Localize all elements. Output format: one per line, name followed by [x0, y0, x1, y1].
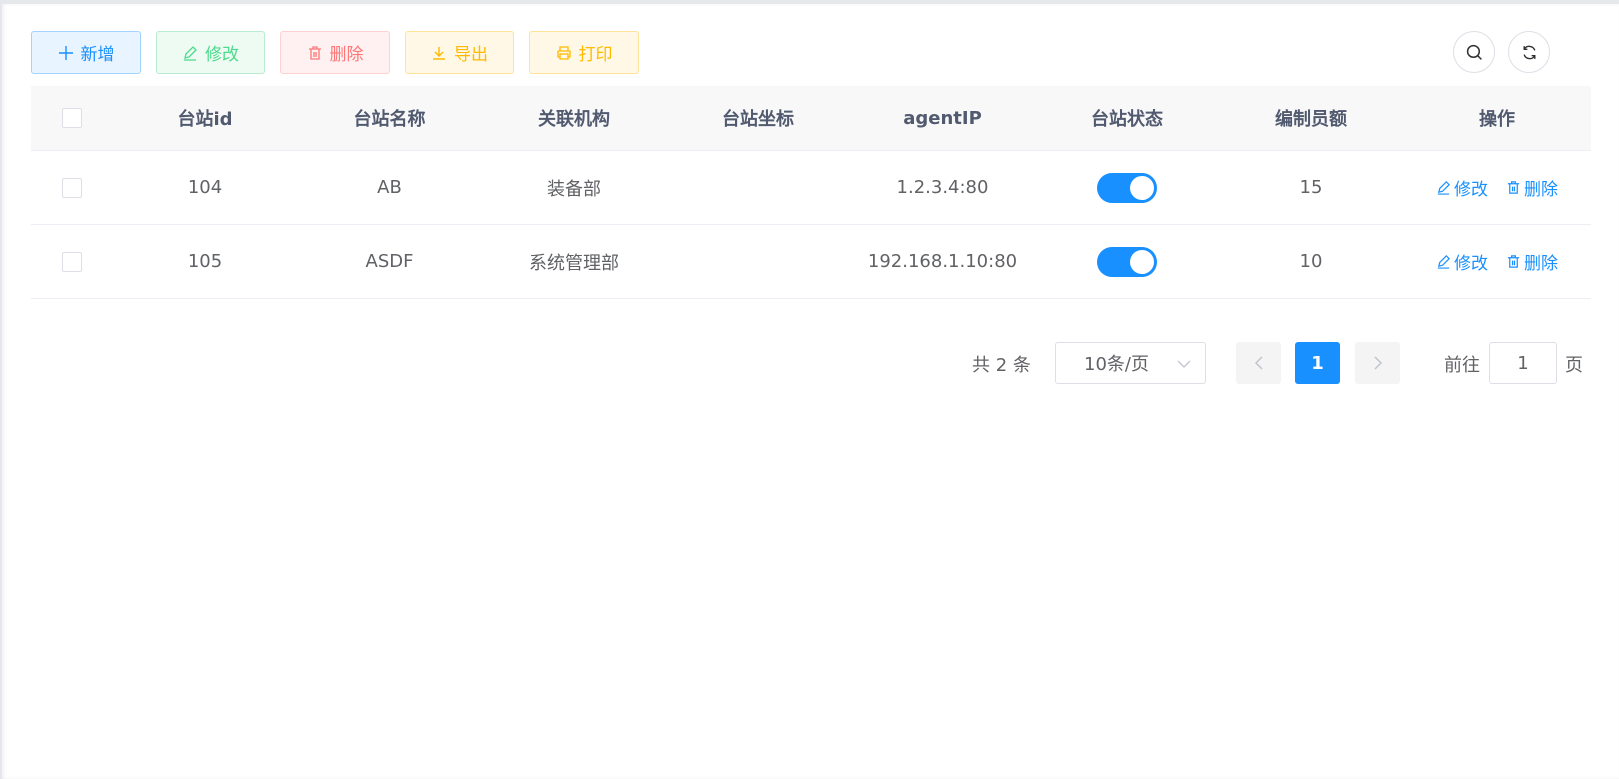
edit-button-label: 修改 [205, 45, 239, 65]
delete-button-label: 删除 [329, 45, 364, 65]
column-header: 台站名称 [353, 109, 426, 130]
pagination: 共 2 条 10条/页 1 前往 页 [2, 342, 1619, 384]
switch-knob [1130, 249, 1154, 274]
export-button-label: 导出 [454, 45, 488, 65]
row-delete-label: 删除 [1524, 254, 1558, 274]
goto-suffix: 页 [1565, 355, 1583, 376]
plus-icon [58, 45, 73, 60]
row-edit-link[interactable]: 修改 [1436, 249, 1488, 274]
page-size-select[interactable]: 10条/页 [1055, 342, 1206, 384]
add-button-label: 新增 [80, 45, 115, 65]
goto-page-input[interactable] [1489, 342, 1557, 384]
table-row: 104 AB 装备部 1.2.3.4:80 15 修改 删除 [31, 151, 1591, 225]
status-switch[interactable] [1097, 172, 1157, 203]
edit-button[interactable]: 修改 [156, 31, 265, 74]
cell-staff: 15 [1299, 177, 1323, 198]
edit-icon [1437, 181, 1450, 195]
next-page-button[interactable] [1355, 342, 1400, 384]
cell-staff: 10 [1299, 251, 1323, 272]
row-checkbox[interactable] [62, 177, 82, 198]
cell-station-name: ASDF [365, 251, 414, 272]
column-header: agentIP [903, 107, 982, 129]
cell-agent-ip: 192.168.1.10:80 [867, 251, 1018, 272]
table-row: 105 ASDF 系统管理部 192.168.1.10:80 10 修改 删除 [31, 225, 1591, 299]
column-header: 编制员额 [1275, 109, 1347, 130]
print-button[interactable]: 打印 [529, 31, 639, 74]
cell-station-id: 105 [187, 251, 223, 272]
select-all-checkbox[interactable] [62, 108, 82, 128]
trash-icon [1507, 255, 1520, 268]
add-button[interactable]: 新增 [31, 31, 141, 74]
cell-station-name: AB [377, 177, 402, 198]
column-header: 台站状态 [1091, 109, 1163, 130]
export-button[interactable]: 导出 [405, 31, 514, 74]
row-edit-label: 修改 [1454, 180, 1488, 200]
switch-knob [1130, 175, 1154, 200]
row-delete-link[interactable]: 删除 [1506, 249, 1558, 274]
chevron-down-icon [1177, 360, 1191, 368]
cell-station-id: 104 [187, 177, 223, 198]
search-toggle-button[interactable] [1453, 31, 1495, 73]
delete-button[interactable]: 删除 [280, 31, 390, 74]
page-size-value: 10条/页 [1084, 354, 1149, 375]
row-edit-link[interactable]: 修改 [1436, 175, 1488, 200]
chevron-right-icon [1373, 356, 1382, 370]
search-icon [1466, 44, 1482, 60]
download-icon [433, 46, 445, 60]
printer-icon [556, 45, 571, 60]
column-header: 台站坐标 [722, 109, 794, 130]
row-checkbox[interactable] [62, 251, 82, 272]
row-delete-label: 删除 [1524, 180, 1558, 200]
table-header: 台站id 台站名称 关联机构 台站坐标 agentIP 台站状态 编制员额 操作 [31, 86, 1591, 151]
goto-label: 前往 [1444, 355, 1480, 376]
refresh-button[interactable] [1508, 31, 1550, 73]
status-switch[interactable] [1097, 246, 1157, 277]
trash-icon [1507, 181, 1520, 194]
column-header: 台站id [177, 109, 233, 130]
app-frame: 新增 修改 删除 导出 打印 台站id 台站名称 关联机构 台站坐标 agent… [0, 0, 1619, 779]
column-header: 操作 [1479, 109, 1515, 130]
edit-icon [1437, 255, 1450, 269]
trash-icon [308, 45, 321, 60]
page-number-button[interactable]: 1 [1295, 342, 1340, 384]
cell-org: 装备部 [547, 178, 601, 200]
station-table: 台站id 台站名称 关联机构 台站坐标 agentIP 台站状态 编制员额 操作… [31, 86, 1591, 299]
chevron-left-icon [1254, 356, 1263, 370]
refresh-icon [1522, 45, 1536, 59]
edit-icon [184, 45, 197, 61]
toolbar: 新增 修改 删除 导出 打印 [31, 31, 639, 74]
row-delete-link[interactable]: 删除 [1506, 175, 1558, 200]
cell-agent-ip: 1.2.3.4:80 [896, 177, 989, 198]
cell-org: 系统管理部 [529, 252, 619, 274]
print-button-label: 打印 [578, 45, 613, 65]
column-header: 关联机构 [538, 109, 610, 130]
row-edit-label: 修改 [1454, 254, 1488, 274]
total-count: 共 2 条 [972, 355, 1031, 376]
prev-page-button[interactable] [1236, 342, 1281, 384]
